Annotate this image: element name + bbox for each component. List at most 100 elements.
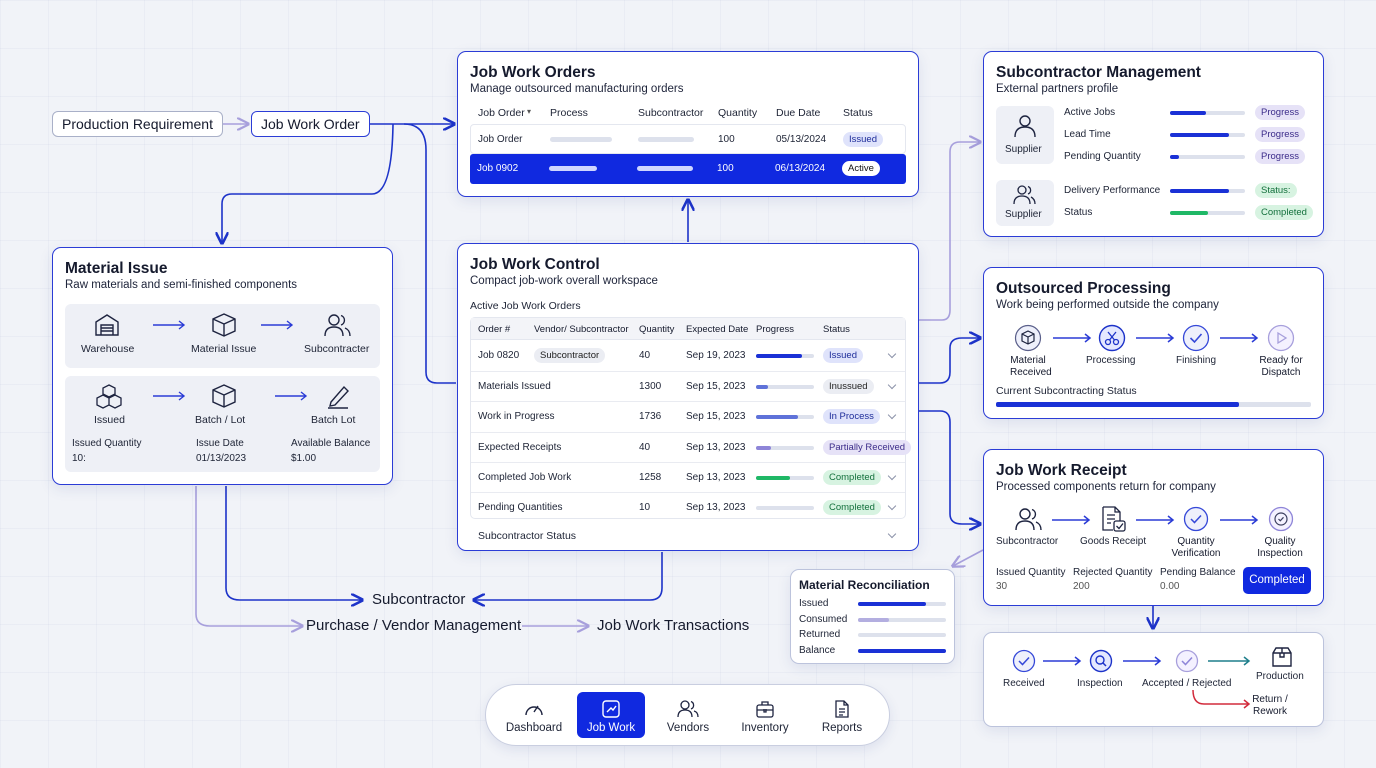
step-label: Processing	[1086, 355, 1136, 366]
recon-fill	[858, 648, 946, 653]
supplier-tile[interactable]: Supplier	[996, 106, 1054, 164]
issue-flow-panel: Warehouse Material Issue Subcontracter	[65, 304, 380, 368]
subcontractor-management-card: Subcontractor Management External partne…	[983, 51, 1324, 237]
col-header: Process	[550, 107, 588, 119]
users-icon	[1013, 185, 1036, 205]
chevron-down-icon[interactable]	[887, 411, 897, 420]
nav-label: Vendors	[666, 722, 710, 734]
card-title: Outsourced Processing	[996, 280, 1171, 297]
progress-fill	[756, 354, 803, 358]
material-reconciliation-card: Material Reconciliation Issued Consumed Re…	[790, 569, 955, 664]
chevron-down-icon[interactable]	[887, 529, 897, 539]
arrow-right-icon	[1208, 656, 1251, 666]
nav-reports[interactable]: Reports	[808, 692, 876, 738]
document-icon	[835, 700, 849, 718]
flow-step-label: Material Issue	[191, 343, 257, 355]
metric-bar	[1170, 111, 1245, 115]
supplier-tile[interactable]: Supplier	[996, 180, 1054, 226]
table-row-selected[interactable]: Job 0902 100 06/13/2024 Active	[470, 154, 906, 184]
card-subtitle: Manage outsourced manufacturing orders	[470, 83, 684, 95]
quality-flow-card: Received Inspection Accepted / Rejected …	[983, 632, 1324, 727]
table-row[interactable]: Expected Receipts 40 Sep 13, 2023 Partially…	[471, 431, 912, 462]
nav-job-work[interactable]: Job Work	[577, 692, 645, 738]
date-cell: Sep 15, 2023	[686, 381, 746, 393]
step-label: Received	[1003, 678, 1045, 689]
table-row[interactable]: Job Order 100 05/13/2024 Issued	[470, 124, 906, 154]
step-label: Quality Inspection	[1257, 536, 1303, 559]
card-title: Job Work Orders	[470, 64, 596, 81]
qty-cell: 1300	[639, 381, 662, 393]
metric-label: Delivery Performance	[1064, 185, 1161, 196]
arrow-right-icon	[1220, 515, 1259, 525]
metric-label: Pending Quantity	[1064, 151, 1141, 162]
subcontractor-label: Subcontractor	[372, 591, 466, 608]
status-badge: Inussued	[823, 379, 874, 395]
subcontractor-bar	[637, 166, 693, 171]
recon-bar	[858, 602, 946, 606]
orders-table: Order # Vendor/ Subcontractor Quantity E…	[470, 317, 912, 522]
sort-icon[interactable]: ▾	[527, 107, 531, 116]
table-row[interactable]: Work in Progress 1736 Sep 15, 2023 In Proce…	[471, 401, 905, 431]
progress-bar	[756, 354, 814, 358]
check-circle-icon	[1183, 506, 1209, 532]
table-row[interactable]: Job 0820 Subcontractor 40 Sep 19, 2023 Issue…	[471, 341, 905, 371]
step-label: Ready for Dispatch	[1259, 355, 1303, 378]
recon-bar	[858, 617, 946, 622]
card-title: Material Reconciliation	[799, 578, 930, 592]
arrow-right-icon	[1043, 656, 1082, 666]
subcontractor-bar	[638, 137, 694, 142]
step-label: Goods Receipt	[1080, 536, 1147, 547]
step-label: Material Received	[1010, 355, 1052, 378]
nav-inventory[interactable]: Inventory	[731, 692, 799, 738]
chevron-down-icon[interactable]	[887, 471, 897, 481]
nav-label: Dashboard	[505, 722, 563, 734]
col-header: Status	[843, 107, 873, 119]
completed-button[interactable]: Completed	[1243, 567, 1311, 594]
table-row[interactable]: Pending Quantities 10 Sep 13, 2023 Complete…	[471, 492, 905, 522]
vendor-badge: Subcontractor	[534, 348, 606, 363]
arrow-right-icon	[1136, 333, 1175, 343]
flow-step-label: Issued	[94, 414, 125, 426]
arrow-right-icon	[1123, 656, 1162, 666]
chevron-down-icon[interactable]	[887, 380, 897, 390]
chevron-down-icon[interactable]	[887, 349, 897, 359]
job-work-order-node[interactable]: Job Work Order	[251, 111, 370, 137]
production-requirement-node[interactable]: Production Requirement	[52, 111, 223, 137]
table-row[interactable]: Materials Issued 1300 Sep 15, 2023 Inussued	[471, 371, 905, 401]
chevron-down-icon[interactable]	[887, 501, 897, 511]
arrow-right-icon	[261, 320, 294, 330]
status-badge: In Process	[823, 409, 880, 425]
field-label: Rejected Quantity	[1073, 567, 1153, 578]
card-subtitle: Raw materials and semi-finished componen…	[65, 279, 298, 291]
metric-label: Active Jobs	[1064, 107, 1116, 118]
box-icon	[212, 313, 236, 337]
order-cell: Materials Issued	[478, 381, 551, 393]
card-subtitle: Processed components return for company	[996, 481, 1216, 493]
users-icon	[677, 700, 699, 718]
progress-fill	[756, 475, 790, 480]
order-cell: Expected Receipts	[478, 441, 562, 453]
job-work-transactions-label: Job Work Transactions	[597, 617, 750, 634]
process-bar	[550, 137, 612, 142]
field-value: 01/13/2023	[196, 453, 247, 464]
user-icon	[1014, 115, 1036, 138]
arrow-right-icon	[153, 320, 186, 330]
step-label: Inspection	[1077, 678, 1123, 689]
package-icon	[1272, 647, 1292, 667]
job-work-control-card: Job Work Control Compact job-work overal…	[457, 243, 919, 551]
field-label: Issued Quantity	[996, 567, 1066, 578]
field-label: Issued Quantity	[72, 438, 142, 449]
progress-bar	[756, 475, 814, 480]
metric-status-badge: Progress	[1255, 149, 1306, 164]
recon-label: Balance	[799, 644, 836, 656]
arrow-right-icon	[1220, 333, 1259, 343]
progress-fill	[756, 385, 768, 390]
status-progress-fill	[996, 402, 1239, 407]
nav-vendors[interactable]: Vendors	[654, 692, 722, 738]
recon-fill	[858, 617, 889, 622]
field-value: 0.00	[1160, 581, 1180, 592]
col-header[interactable]: Job Order	[478, 107, 525, 119]
return-rework-label: Return / Rework	[1252, 694, 1288, 717]
nav-dashboard[interactable]: Dashboard	[500, 692, 568, 738]
table-row[interactable]: Completed Job Work 1258 Sep 13, 2023 Comple…	[471, 461, 905, 492]
